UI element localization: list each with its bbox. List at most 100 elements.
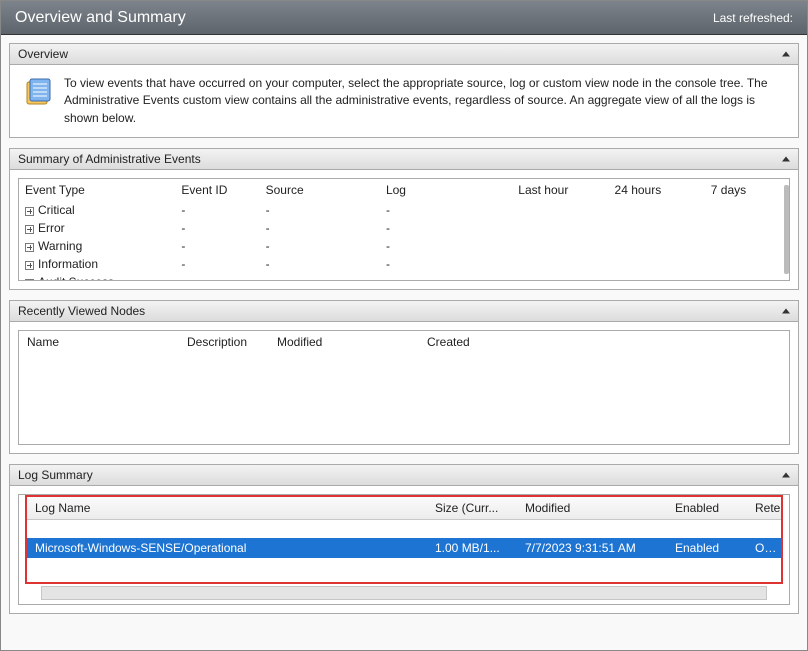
table-row[interactable] [27, 520, 781, 538]
cell [427, 520, 517, 538]
horizontal-scrollbar[interactable] [41, 586, 767, 600]
content-area: Overview To view events that have occurr… [1, 35, 807, 650]
cell [705, 219, 789, 237]
cell [512, 237, 608, 255]
overview-panel: Overview To view events that have occurr… [9, 43, 799, 138]
col-24-hours[interactable]: 24 hours [609, 179, 705, 201]
cell [512, 201, 608, 219]
overview-header-label: Overview [18, 47, 68, 61]
overview-text: To view events that have occurred on you… [64, 75, 784, 127]
col-name[interactable]: Name [27, 335, 187, 349]
table-row[interactable]: Error--- [19, 219, 789, 237]
expand-icon[interactable] [25, 207, 34, 216]
cell: - [380, 201, 512, 219]
table-row[interactable]: Warning--- [19, 237, 789, 255]
titlebar: Overview and Summary Last refreshed: [1, 1, 807, 35]
log-stack-icon [24, 77, 52, 107]
cell: Overwrite e [747, 538, 781, 558]
recent-nodes-panel: Recently Viewed Nodes Name Description M… [9, 300, 799, 454]
col-log-name[interactable]: Log Name [27, 497, 427, 520]
col-retention[interactable]: Retention P [747, 497, 781, 520]
cell: - [380, 237, 512, 255]
admin-events-panel: Summary of Administrative Events Event T… [9, 148, 799, 290]
cell: - [175, 219, 259, 237]
cell [609, 255, 705, 273]
cell [512, 273, 608, 281]
collapse-icon [782, 309, 790, 314]
cell: Microsoft-Windows-SENSE/Operational [27, 538, 427, 558]
cell [667, 520, 747, 538]
admin-events-header-label: Summary of Administrative Events [18, 152, 201, 166]
cell [747, 520, 781, 538]
cell [705, 201, 789, 219]
admin-events-table-container[interactable]: Event Type Event ID Source Log Last hour… [18, 178, 790, 281]
overview-header[interactable]: Overview [9, 43, 799, 65]
cell [517, 520, 667, 538]
col-modified[interactable]: Modified [277, 335, 427, 349]
expand-icon[interactable] [25, 243, 34, 252]
log-table-header-row: Log Name Size (Curr... Modified Enabled … [27, 497, 781, 520]
cell: - [260, 237, 380, 255]
col-event-type[interactable]: Event Type [19, 179, 175, 201]
cell: - [175, 273, 259, 281]
cell: - [175, 237, 259, 255]
col-description[interactable]: Description [187, 335, 277, 349]
log-summary-table-container[interactable]: Log Name Size (Curr... Modified Enabled … [18, 494, 790, 605]
cell [609, 201, 705, 219]
recent-nodes-header-label: Recently Viewed Nodes [18, 304, 145, 318]
table-row[interactable]: Critical--- [19, 201, 789, 219]
expand-icon[interactable] [25, 261, 34, 270]
col-source[interactable]: Source [260, 179, 380, 201]
vertical-scrollbar[interactable] [784, 185, 789, 274]
cell: 7/7/2023 9:31:51 AM [517, 538, 667, 558]
event-type-label: Warning [38, 239, 82, 253]
recent-nodes-header-row: Name Description Modified Created [19, 331, 789, 353]
event-type-label: Audit Success [38, 275, 114, 281]
event-type-label: Error [38, 221, 65, 235]
recent-nodes-body: Name Description Modified Created [9, 322, 799, 454]
last-refreshed-label: Last refreshed: [713, 11, 793, 25]
admin-table-header-row: Event Type Event ID Source Log Last hour… [19, 179, 789, 201]
log-summary-header-label: Log Summary [18, 468, 93, 482]
log-summary-header[interactable]: Log Summary [9, 464, 799, 486]
log-summary-body: Log Name Size (Curr... Modified Enabled … [9, 486, 799, 614]
cell: - [260, 219, 380, 237]
recent-nodes-header[interactable]: Recently Viewed Nodes [9, 300, 799, 322]
table-row[interactable]: Audit Success--- [19, 273, 789, 281]
collapse-icon [782, 157, 790, 162]
col-modified[interactable]: Modified [517, 497, 667, 520]
col-enabled[interactable]: Enabled [667, 497, 747, 520]
cell [705, 273, 789, 281]
cell: - [260, 201, 380, 219]
col-created[interactable]: Created [427, 335, 577, 349]
table-row[interactable]: Microsoft-Windows-SENSE/Operational1.00 … [27, 538, 781, 558]
event-type-label: Information [38, 257, 98, 271]
expand-icon[interactable] [25, 225, 34, 234]
event-viewer-summary-window: Overview and Summary Last refreshed: Ove… [0, 0, 808, 651]
cell [27, 520, 427, 538]
cell [609, 219, 705, 237]
col-last-hour[interactable]: Last hour [512, 179, 608, 201]
highlighted-region: Log Name Size (Curr... Modified Enabled … [25, 495, 783, 584]
cell: - [175, 201, 259, 219]
admin-events-body: Event Type Event ID Source Log Last hour… [9, 170, 799, 290]
cell [705, 255, 789, 273]
collapse-icon [782, 473, 790, 478]
overview-body: To view events that have occurred on you… [9, 65, 799, 138]
expand-icon[interactable] [25, 279, 34, 282]
cell: - [175, 255, 259, 273]
col-size[interactable]: Size (Curr... [427, 497, 517, 520]
col-event-id[interactable]: Event ID [175, 179, 259, 201]
admin-events-header[interactable]: Summary of Administrative Events [9, 148, 799, 170]
recent-nodes-table-container[interactable]: Name Description Modified Created [18, 330, 790, 445]
table-row[interactable]: Information--- [19, 255, 789, 273]
col-7-days[interactable]: 7 days [705, 179, 789, 201]
cell: - [380, 219, 512, 237]
admin-events-table: Event Type Event ID Source Log Last hour… [19, 179, 789, 281]
col-log[interactable]: Log [380, 179, 512, 201]
cell: - [380, 273, 512, 281]
cell: Enabled [667, 538, 747, 558]
collapse-icon [782, 52, 790, 57]
cell [705, 237, 789, 255]
cell [609, 237, 705, 255]
